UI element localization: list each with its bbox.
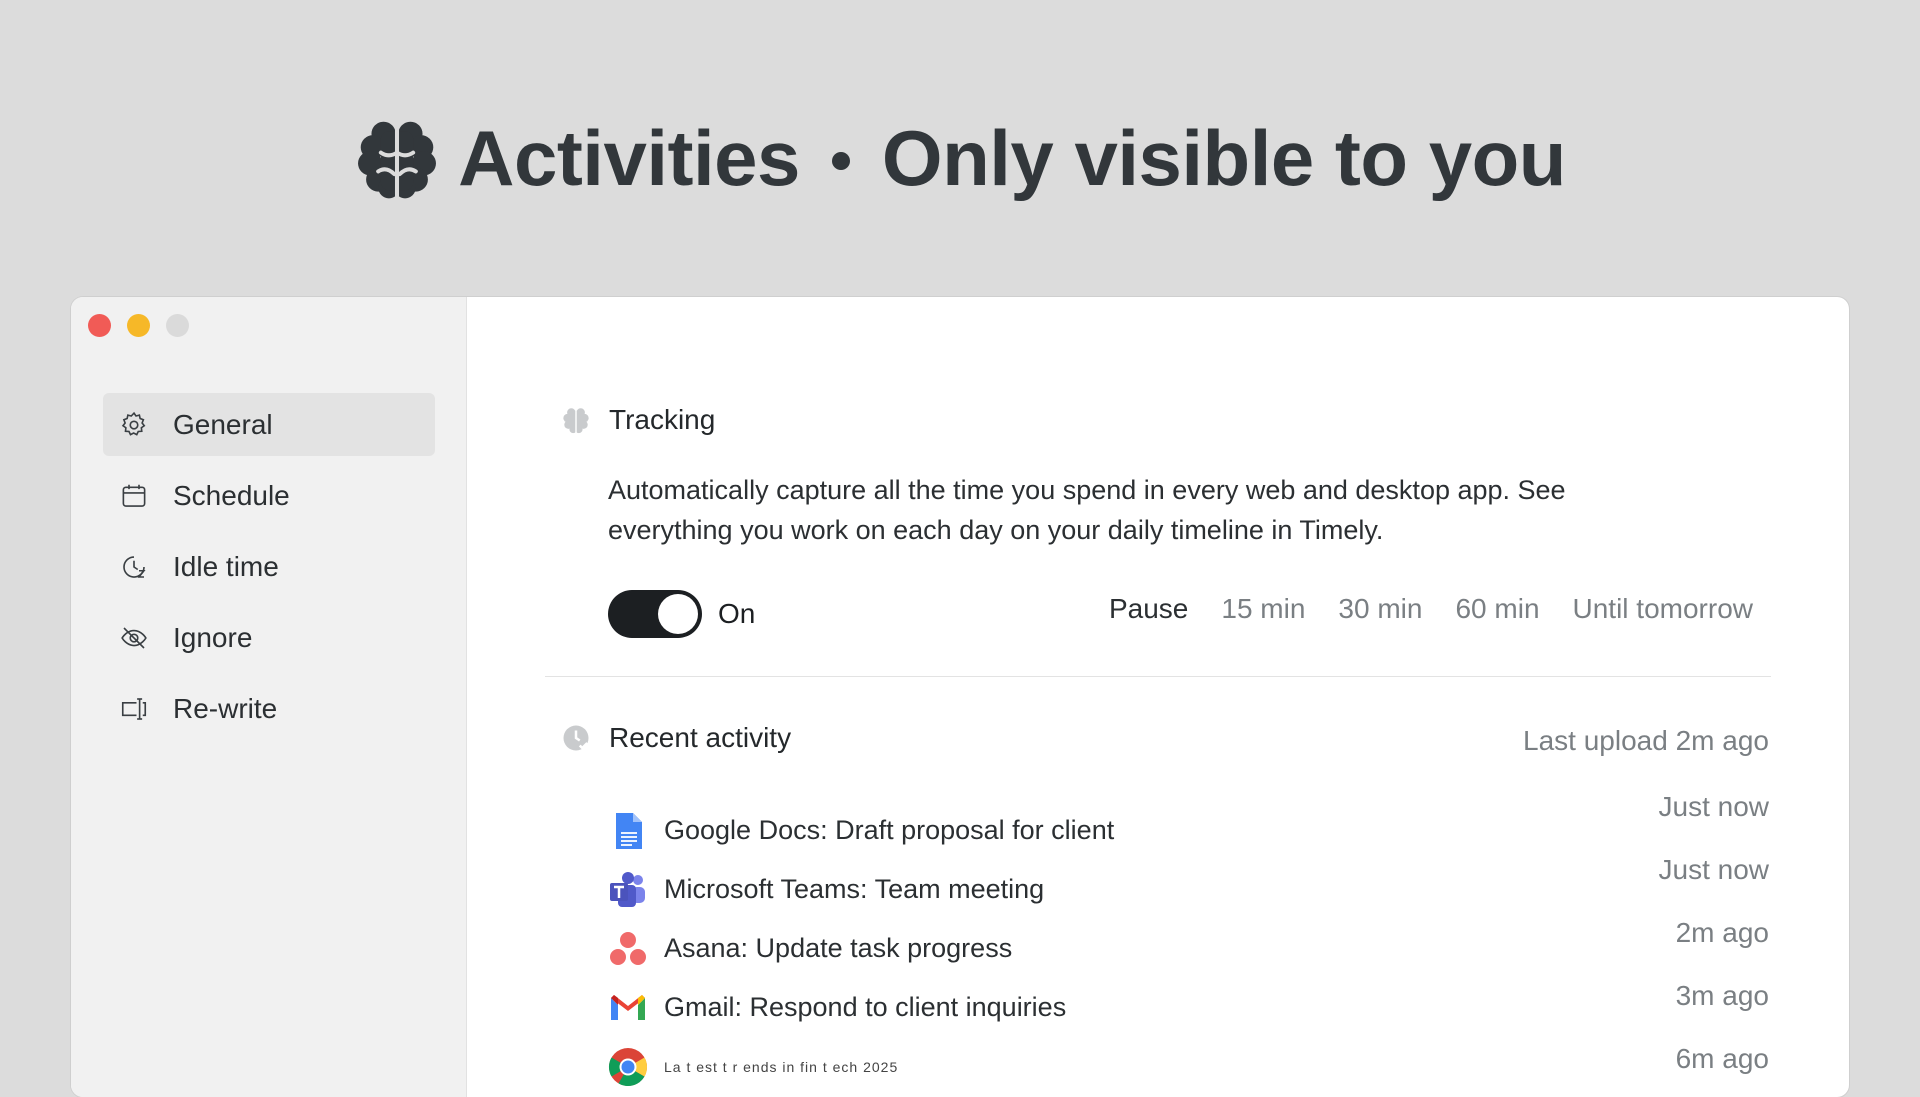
activity-text: Microsoft Teams: Team meeting (664, 874, 1045, 904)
eye-off-icon (121, 626, 147, 649)
activity-time: 6m ago (1675, 1043, 1769, 1074)
sidebar-nav: General Schedule Idle time Ignore Re-wri… (103, 393, 435, 748)
activity-text: La t est t r ends in fin t ech 2025 (664, 1058, 899, 1075)
tracking-description: Automatically capture all the time you s… (608, 475, 1566, 545)
hero-heading: Activities Only visible to you (0, 108, 1920, 208)
rewrite-icon (121, 697, 147, 720)
clock-check-icon (563, 725, 589, 751)
brain-icon (563, 408, 589, 434)
gmail-icon (608, 988, 648, 1028)
recent-activity-header: Recent activity (561, 722, 791, 754)
pause-15-min-button[interactable]: 15 min (1221, 593, 1305, 625)
app-window: General Schedule Idle time Ignore Re-wri… (71, 297, 1849, 1097)
pause-options: Pause 15 min 30 min 60 min Until tomorro… (1109, 593, 1753, 625)
activity-time: 3m ago (1675, 980, 1769, 1011)
recent-activity-title: Recent activity (609, 722, 792, 753)
toggle-knob (658, 594, 698, 634)
activity-timestamps: Just now Just now 2m ago 3m ago 6m ago (1659, 787, 1770, 1097)
sidebar-item-ignore[interactable]: Ignore (103, 606, 435, 669)
close-window-button[interactable] (88, 314, 111, 337)
tracking-header: Tracking (561, 404, 715, 436)
activity-time: Just now (1658, 854, 1770, 885)
list-item[interactable]: Microsoft Teams: Team meeting (608, 860, 1808, 919)
sidebar-item-idle-time[interactable]: Idle time (103, 535, 435, 598)
tracking-toggle-row: On (608, 590, 755, 638)
pause-60-min-button[interactable]: 60 min (1455, 593, 1539, 625)
list-item[interactable]: Asana: Update task progress (608, 919, 1808, 978)
activity-time: Just now (1658, 791, 1770, 822)
activity-time: 2m ago (1675, 917, 1769, 948)
sidebar-item-rewrite[interactable]: Re-write (103, 677, 435, 740)
minimize-window-button[interactable] (127, 314, 150, 337)
tracking-title: Tracking (609, 404, 716, 435)
last-upload-status: Last upload 2m ago (1523, 725, 1769, 756)
sidebar: General Schedule Idle time Ignore Re-wri… (71, 297, 467, 1097)
toggle-state-label: On (718, 598, 756, 629)
list-item[interactable]: La t est t r ends in fin t ech 2025 (608, 1037, 1808, 1096)
activity-text: Google Docs: Draft proposal for client (664, 815, 1115, 845)
sidebar-item-label: General (173, 408, 273, 440)
activity-text: Asana: Update task progress (664, 933, 1013, 963)
settings-panel: Tracking Automatically capture all the t… (467, 297, 1849, 1097)
sidebar-item-general[interactable]: General (103, 393, 435, 456)
gear-icon (121, 411, 146, 436)
window-controls (88, 314, 189, 337)
sidebar-item-label: Idle time (173, 550, 279, 582)
asana-icon (608, 929, 648, 969)
microsoft-teams-icon (608, 870, 648, 910)
recent-activity-list: Google Docs: Draft proposal for client M… (608, 801, 1808, 1096)
hero-subtitle: Only visible to you (881, 113, 1566, 202)
sidebar-item-label: Ignore (173, 621, 253, 653)
brain-icon (358, 121, 437, 199)
pause-until-tomorrow-button[interactable]: Until tomorrow (1573, 593, 1753, 625)
calendar-icon (122, 484, 146, 507)
separator-dot (831, 152, 850, 170)
zoom-window-button[interactable] (166, 314, 189, 337)
pause-label: Pause (1108, 593, 1189, 624)
google-docs-icon (608, 811, 648, 851)
tracking-toggle[interactable] (608, 590, 702, 638)
list-item[interactable]: Gmail: Respond to client inquiries (608, 978, 1808, 1037)
section-divider (545, 676, 1771, 677)
pause-30-min-button[interactable]: 30 min (1338, 593, 1422, 625)
activity-text: Gmail: Respond to client inquiries (664, 992, 1067, 1022)
sidebar-item-label: Re-write (173, 692, 278, 724)
chrome-icon (608, 1047, 648, 1087)
sidebar-item-schedule[interactable]: Schedule (103, 464, 435, 527)
clock-icon (123, 555, 146, 578)
sidebar-item-label: Schedule (173, 479, 290, 511)
list-item[interactable]: Google Docs: Draft proposal for client (608, 801, 1808, 860)
hero-title: Activities (458, 113, 800, 202)
